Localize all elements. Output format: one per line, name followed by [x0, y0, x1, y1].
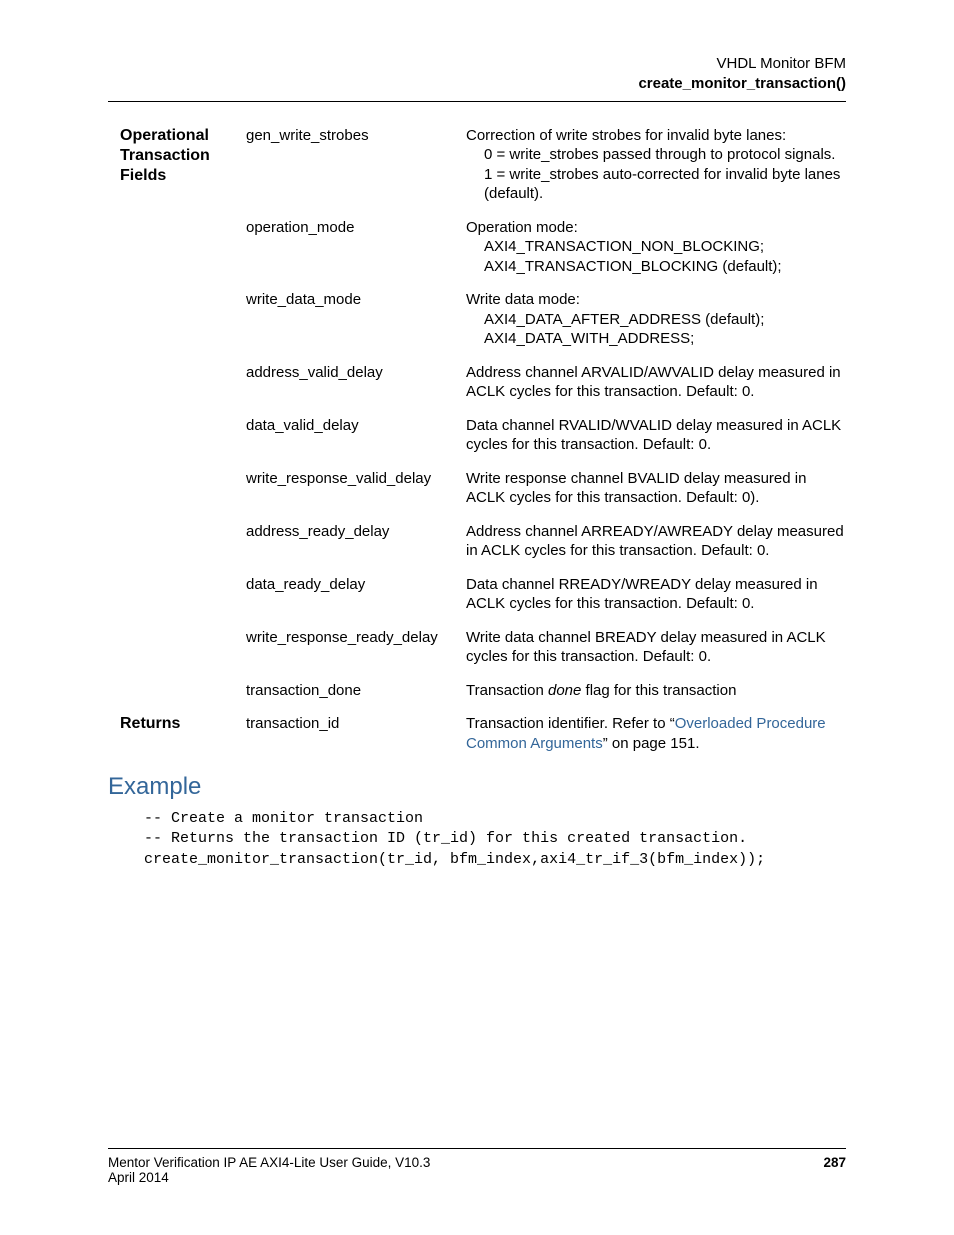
header-rule — [108, 101, 846, 102]
table-row: write_response_ready_delay Write data ch… — [120, 628, 846, 667]
table-row: operation_mode Operation mode: AXI4_TRAN… — [120, 218, 846, 277]
field-desc: Address channel ARVALID/AWVALID delay me… — [466, 363, 846, 402]
page-number: 287 — [823, 1155, 846, 1170]
field-desc: Operation mode: AXI4_TRANSACTION_NON_BLO… — [466, 218, 846, 277]
field-desc: Write data channel BREADY delay measured… — [466, 628, 846, 667]
field-name: write_response_valid_delay — [246, 469, 466, 489]
field-desc: Transaction identifier. Refer to “Overlo… — [466, 714, 846, 753]
field-name: address_ready_delay — [246, 522, 466, 542]
table-row: data_ready_delay Data channel RREADY/WRE… — [120, 575, 846, 614]
header-chapter: VHDL Monitor BFM — [108, 54, 846, 74]
field-name: transaction_id — [246, 714, 466, 734]
page-header: VHDL Monitor BFM create_monitor_transact… — [108, 54, 846, 95]
field-name: transaction_done — [246, 681, 466, 701]
field-desc: Write data mode: AXI4_DATA_AFTER_ADDRESS… — [466, 290, 846, 349]
cross-ref-link[interactable]: Overloaded Procedure Common Arguments — [466, 715, 826, 752]
field-desc: Write response channel BVALID delay meas… — [466, 469, 846, 508]
table-row: write_data_mode Write data mode: AXI4_DA… — [120, 290, 846, 349]
field-desc: Address channel ARREADY/AWREADY delay me… — [466, 522, 846, 561]
section-label: Operational Transaction Fields — [120, 126, 246, 186]
code-block: -- Create a monitor transaction -- Retur… — [144, 809, 846, 870]
table-row: address_ready_delay Address channel ARRE… — [120, 522, 846, 561]
example-heading: Example — [108, 773, 846, 801]
field-name: write_data_mode — [246, 290, 466, 310]
field-name: address_valid_delay — [246, 363, 466, 383]
header-section: create_monitor_transaction() — [108, 74, 846, 94]
field-name: gen_write_strobes — [246, 126, 466, 146]
field-desc: Data channel RREADY/WREADY delay measure… — [466, 575, 846, 614]
footer-rule — [108, 1148, 846, 1149]
field-name: operation_mode — [246, 218, 466, 238]
table-row: transaction_done Transaction done flag f… — [120, 681, 846, 701]
section-label: Returns — [120, 714, 246, 734]
table-row: Returns transaction_id Transaction ident… — [120, 714, 846, 753]
field-name: data_ready_delay — [246, 575, 466, 595]
footer-doc-title: Mentor Verification IP AE AXI4-Lite User… — [108, 1155, 430, 1170]
table-row: address_valid_delay Address channel ARVA… — [120, 363, 846, 402]
field-desc: Transaction done flag for this transacti… — [466, 681, 846, 701]
field-desc: Correction of write strobes for invalid … — [466, 126, 846, 204]
footer-date: April 2014 — [108, 1170, 846, 1185]
table-row: data_valid_delay Data channel RVALID/WVA… — [120, 416, 846, 455]
field-desc: Data channel RVALID/WVALID delay measure… — [466, 416, 846, 455]
field-name: write_response_ready_delay — [246, 628, 466, 648]
field-name: data_valid_delay — [246, 416, 466, 436]
table-row: write_response_valid_delay Write respons… — [120, 469, 846, 508]
table-row: Operational Transaction Fields gen_write… — [120, 126, 846, 204]
page-footer: Mentor Verification IP AE AXI4-Lite User… — [108, 1148, 846, 1185]
